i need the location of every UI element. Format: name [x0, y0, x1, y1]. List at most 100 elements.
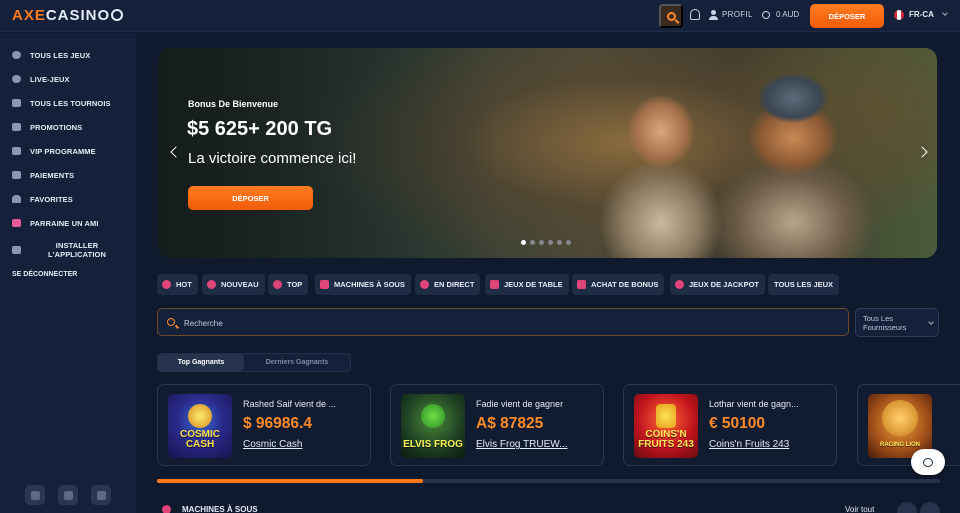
category-label: JEUX DE TABLE — [504, 280, 563, 289]
category-hot[interactable]: HOT — [157, 274, 198, 295]
winner-card[interactable]: COINS'N FRUITS 243 Lothar vient de gagn.… — [623, 384, 837, 466]
site-logo[interactable]: AXECASINO — [12, 7, 124, 24]
game-thumbnail-coins-fruits[interactable]: COINS'N FRUITS 243 — [634, 394, 698, 458]
gift-icon — [577, 280, 586, 289]
category-new[interactable]: NOUVEAU — [202, 274, 265, 295]
notification-bell-icon[interactable] — [690, 9, 700, 20]
search-icon — [167, 318, 175, 326]
sidebar-item-payments[interactable]: PAIEMENTS — [0, 167, 136, 183]
thumbnail-title: COINS'N FRUITS 243 — [638, 429, 694, 450]
chevron-down-icon[interactable] — [942, 10, 948, 16]
sidebar: TOUS LES JEUX LIVE-JEUX TOUS LES TOURNOI… — [0, 33, 136, 513]
logo-axe-text: AXE — [12, 7, 46, 24]
sidebar-item-label: VIP PROGRAMME — [30, 146, 96, 156]
new-icon — [207, 280, 216, 289]
thumbnail-emblem — [421, 404, 445, 428]
instagram-button[interactable] — [25, 485, 45, 505]
search-icon — [666, 11, 676, 21]
category-label: HOT — [176, 280, 192, 289]
category-label: TOUS LES JEUX — [774, 280, 834, 289]
referral-icon — [12, 219, 21, 227]
sidebar-item-label: PAIEMENTS — [30, 170, 75, 180]
header-deposit-button[interactable]: DÉPOSER — [810, 4, 884, 28]
sidebar-item-tournaments[interactable]: TOUS LES TOURNOIS — [0, 95, 136, 111]
logout-link[interactable]: SE DÉCONNECTER — [12, 271, 77, 278]
balance-display[interactable]: 0 AUD — [776, 10, 799, 19]
winner-game-link[interactable]: Coins'n Fruits 243 — [709, 439, 789, 450]
wallet-icon — [762, 11, 770, 19]
winner-amount: $ 96986.4 — [243, 415, 312, 432]
card-icon — [12, 171, 21, 179]
category-live[interactable]: EN DIRECT — [415, 274, 481, 295]
category-label: EN DIRECT — [434, 280, 475, 289]
scrollbar-thumb[interactable] — [157, 479, 424, 483]
category-top[interactable]: TOP — [268, 274, 309, 295]
prev-page-button[interactable] — [897, 502, 917, 513]
hero-deposit-button[interactable]: DÉPOSER — [188, 186, 313, 210]
carousel-dot[interactable] — [530, 240, 535, 245]
search-input[interactable] — [184, 315, 784, 331]
hero-banner[interactable]: Bonus De Bienvenue $5 625+ 200 TG La vic… — [158, 48, 937, 258]
carousel-dots — [521, 240, 571, 245]
carousel-dot[interactable] — [566, 240, 571, 245]
chevron-right-icon[interactable] — [916, 146, 928, 158]
sidebar-item-promotions[interactable]: PROMOTIONS — [0, 119, 136, 135]
category-table-games[interactable]: JEUX DE TABLE — [485, 274, 569, 295]
sidebar-item-all-games[interactable]: TOUS LES JEUX — [0, 47, 136, 63]
carousel-dot[interactable] — [548, 240, 553, 245]
carousel-dot[interactable] — [521, 240, 526, 245]
category-all-games[interactable]: TOUS LES JEUX — [768, 274, 840, 295]
winner-text: Lothar vient de gagn... — [709, 399, 799, 409]
logo-casino-text: CASINO — [45, 7, 111, 24]
instagram-icon — [30, 490, 40, 500]
sidebar-item-install-app[interactable]: INSTALLER L'APPLICATION — [0, 241, 136, 259]
carousel-dot[interactable] — [539, 240, 544, 245]
user-icon[interactable] — [709, 10, 718, 20]
winner-card[interactable]: ELVIS FROG Fadie vient de gagner A$ 8782… — [390, 384, 604, 466]
slots-icon — [162, 505, 171, 513]
language-selector[interactable]: FR-CA — [909, 10, 934, 19]
winner-amount: A$ 87825 — [476, 415, 544, 432]
hero-viking-image — [703, 58, 883, 258]
category-jackpot[interactable]: JEUX DE JACKPOT — [670, 274, 766, 295]
sidebar-item-live-games[interactable]: LIVE-JEUX — [0, 71, 136, 87]
chat-icon — [923, 457, 933, 467]
sidebar-item-vip[interactable]: VIP PROGRAMME — [0, 143, 136, 159]
winner-game-link[interactable]: Cosmic Cash — [243, 439, 302, 450]
sidebar-item-label: TOUS LES TOURNOIS — [30, 98, 111, 108]
winner-card[interactable]: RAGING LION — [857, 384, 960, 466]
next-page-button[interactable] — [920, 502, 940, 513]
facebook-button[interactable] — [91, 485, 111, 505]
winners-scrollbar[interactable] — [157, 479, 940, 483]
header-search-button[interactable] — [659, 4, 683, 28]
hero-subtitle: Bonus De Bienvenue — [188, 99, 279, 109]
carousel-dot[interactable] — [557, 240, 562, 245]
game-thumbnail-elvis-frog[interactable]: ELVIS FROG — [401, 394, 465, 458]
game-thumbnail-cosmic-cash[interactable]: COSMIC CASH — [168, 394, 232, 458]
logo-globe-icon — [111, 9, 124, 21]
thumbnail-title: ELVIS FROG — [403, 439, 463, 450]
canada-flag-icon[interactable] — [894, 10, 904, 20]
profile-link[interactable]: PROFIL — [722, 10, 753, 19]
winner-text: Rashed Saif vient de ... — [243, 399, 337, 409]
winner-game-link[interactable]: Elvis Frog TRUEW... — [476, 439, 568, 450]
providers-dropdown[interactable]: Tous Les Fournisseurs — [855, 308, 939, 337]
game-search[interactable] — [157, 308, 849, 336]
top-header: AXECASINO PROFIL 0 AUD DÉPOSER FR-CA — [0, 0, 960, 32]
winner-card[interactable]: COSMIC CASH Rashed Saif vient de ... $ 9… — [157, 384, 371, 466]
category-slots[interactable]: MACHINES À SOUS — [315, 274, 411, 295]
category-bonus-buy[interactable]: ACHAT DE BONUS — [572, 274, 665, 295]
see-all-link[interactable]: Voir tout — [845, 505, 874, 513]
fire-icon — [162, 280, 171, 289]
thumbnail-emblem — [882, 400, 918, 436]
category-label: TOP — [287, 280, 303, 289]
category-label: ACHAT DE BONUS — [591, 280, 659, 289]
tab-latest-winners[interactable]: Derniers Gagnants — [244, 354, 350, 371]
telegram-button[interactable] — [58, 485, 78, 505]
sidebar-item-refer-friend[interactable]: PARRAINE UN AMI — [0, 215, 136, 231]
tab-top-winners[interactable]: Top Gagnants — [158, 354, 244, 371]
grid-icon — [12, 246, 21, 254]
slots-icon — [320, 280, 329, 289]
live-chat-button[interactable] — [911, 449, 945, 475]
sidebar-item-favorites[interactable]: FAVORITES — [0, 191, 136, 207]
